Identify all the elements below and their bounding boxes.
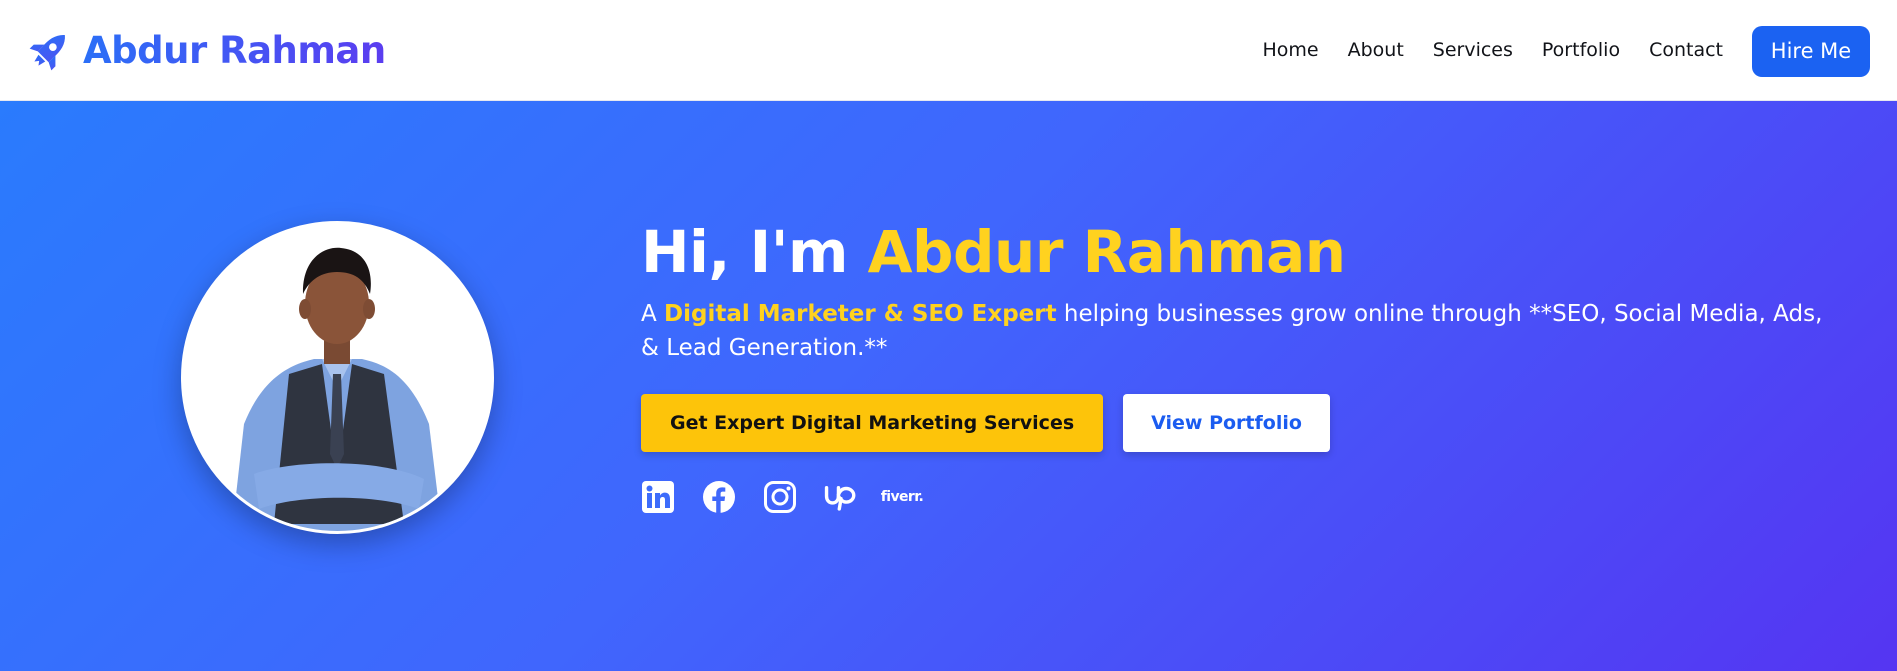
tagline-prefix: A <box>641 300 665 327</box>
nav-link-home[interactable]: Home <box>1262 39 1318 61</box>
hero-section: Hi, I'm Abdur Rahman A Digital Marketer … <box>0 101 1897 671</box>
hire-me-button[interactable]: Hire Me <box>1752 25 1870 77</box>
social-links: fiverr. <box>641 480 1861 514</box>
hero-name: Abdur Rahman <box>867 218 1346 286</box>
cta-row: Get Expert Digital Marketing Services Vi… <box>641 393 1861 452</box>
hero-greeting: Hi, I'm <box>641 218 868 286</box>
upwork-link[interactable] <box>824 480 858 514</box>
instagram-icon <box>764 480 796 513</box>
view-portfolio-button[interactable]: View Portfolio <box>1123 393 1330 452</box>
linkedin-icon <box>642 480 674 513</box>
upwork-icon <box>824 485 856 511</box>
main-nav: Home About Services Portfolio Contact Hi… <box>1262 24 1870 77</box>
rocket-icon <box>29 35 65 71</box>
brand-name: Abdur Rahman <box>83 28 386 72</box>
facebook-link[interactable] <box>702 480 736 514</box>
get-services-button[interactable]: Get Expert Digital Marketing Services <box>641 393 1104 452</box>
navbar: Abdur Rahman Home About Services Portfol… <box>0 0 1897 101</box>
linkedin-link[interactable] <box>641 480 675 514</box>
hero-tagline: A Digital Marketer & SEO Expert helping … <box>641 297 1841 365</box>
profile-photo <box>181 221 494 534</box>
instagram-link[interactable] <box>763 480 797 514</box>
fiverr-link[interactable]: fiverr. <box>881 480 924 514</box>
tagline-highlight: Digital Marketer & SEO Expert <box>664 300 1057 327</box>
brand-logo[interactable]: Abdur Rahman <box>27 27 386 73</box>
facebook-icon <box>703 480 735 513</box>
nav-link-portfolio[interactable]: Portfolio <box>1542 39 1620 61</box>
hero-content: Hi, I'm Abdur Rahman A Digital Marketer … <box>641 218 1861 514</box>
nav-link-about[interactable]: About <box>1348 39 1404 61</box>
nav-link-contact[interactable]: Contact <box>1649 39 1723 61</box>
hero-heading: Hi, I'm Abdur Rahman <box>641 218 1861 286</box>
nav-link-services[interactable]: Services <box>1433 39 1513 61</box>
fiverr-icon: fiverr. <box>880 488 924 505</box>
